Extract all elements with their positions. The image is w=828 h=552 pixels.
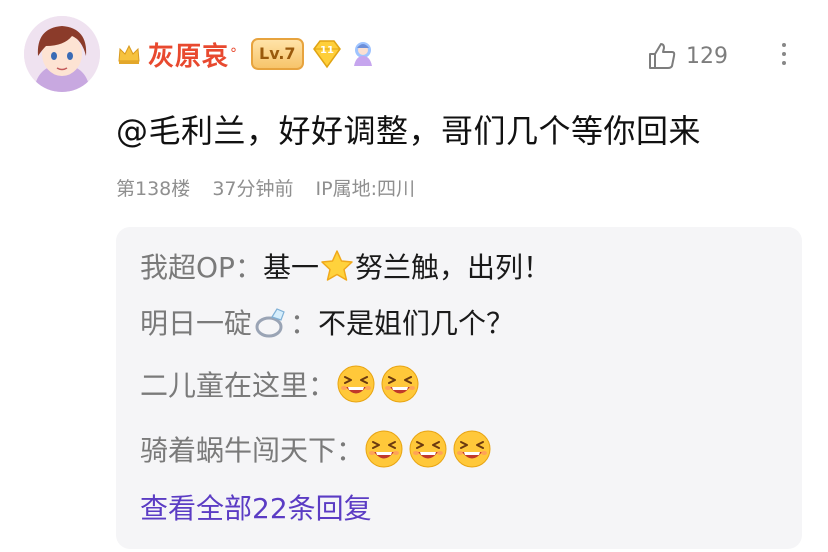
- post-time: 37分钟前: [212, 178, 294, 200]
- level-gem-number: 11: [320, 45, 334, 56]
- level-gem-icon: 11: [312, 40, 341, 69]
- post-header: 灰原哀 ° Lv.7 11: [116, 34, 378, 74]
- grinning-squint-face-icon: [365, 430, 403, 468]
- crown-icon: [118, 44, 140, 64]
- like-button[interactable]: 129: [646, 34, 728, 78]
- reply-text: 不是姐们几个？: [318, 307, 515, 340]
- emoji-row: [364, 429, 496, 469]
- emoji-row: [336, 364, 424, 404]
- ring-icon: [255, 308, 285, 338]
- reply-author[interactable]: 明日一碇: [140, 302, 252, 342]
- like-count: 129: [686, 43, 728, 69]
- more-vertical-icon[interactable]: [776, 38, 792, 72]
- username[interactable]: 灰原哀: [148, 36, 229, 73]
- reply-text: 基一: [262, 251, 319, 284]
- reply-author[interactable]: 二儿童在这里: [140, 364, 308, 404]
- grinning-squint-face-icon: [453, 430, 491, 468]
- reply-preview-box[interactable]: 我超OP ： 基一 努兰触，出列！ 明日一碇 ： 不是姐们几个？ 二儿童在这里 …: [116, 227, 802, 549]
- reply-separator: ：: [336, 434, 365, 467]
- fan-badge-icon: [353, 42, 372, 66]
- post-meta: 第138楼 37分钟前 IP属地:四川: [116, 174, 431, 201]
- star-icon: [321, 250, 353, 281]
- reply-separator: ：: [234, 251, 263, 284]
- reply-separator: ：: [290, 307, 319, 340]
- reply-item[interactable]: 骑着蜗牛闯天下 ：: [140, 427, 496, 471]
- grinning-squint-face-icon: [337, 365, 375, 403]
- reply-text: 努兰触，出列！: [354, 251, 551, 284]
- reply-item[interactable]: 明日一碇 ： 不是姐们几个？: [140, 300, 514, 344]
- ip-location: IP属地:四川: [315, 178, 416, 200]
- reply-separator: ：: [308, 369, 337, 402]
- view-all-replies-link[interactable]: 查看全部22条回复: [140, 487, 372, 527]
- avatar[interactable]: [24, 16, 100, 92]
- post-content: @毛利兰，好好调整，哥们几个等你回来: [116, 112, 702, 150]
- reply-item[interactable]: 二儿童在这里 ：: [140, 362, 424, 406]
- reply-item[interactable]: 我超OP ： 基一 努兰触，出列！: [140, 244, 551, 288]
- reply-author[interactable]: 骑着蜗牛闯天下: [140, 429, 336, 469]
- grinning-squint-face-icon: [409, 430, 447, 468]
- reply-author[interactable]: 我超OP: [140, 246, 235, 286]
- grinning-squint-face-icon: [381, 365, 419, 403]
- username-mark: °: [230, 46, 238, 62]
- thumbs-up-icon: [649, 43, 676, 69]
- floor-number: 第138楼: [116, 178, 191, 200]
- level-badge: Lv.7: [251, 38, 304, 70]
